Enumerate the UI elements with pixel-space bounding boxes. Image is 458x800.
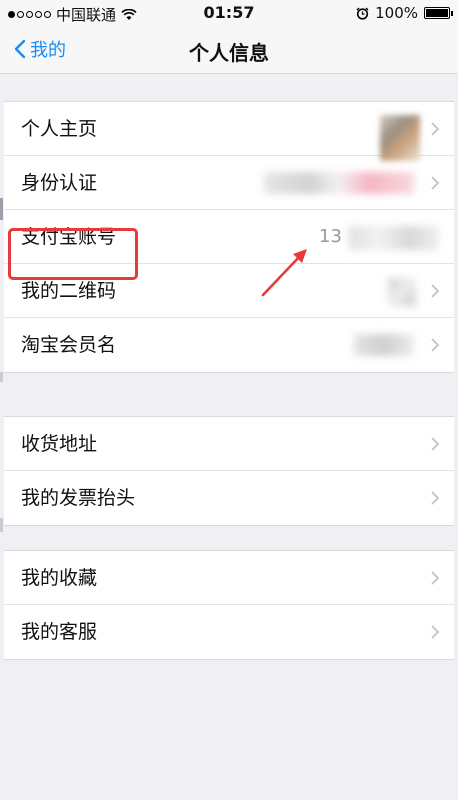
status-bar: 中国联通 01:57 100% [0, 0, 458, 26]
redacted-value [349, 226, 439, 250]
list-item-my-customer-service[interactable]: 我的客服 [4, 605, 454, 659]
chevron-right-icon [431, 122, 440, 136]
list-item-personal-homepage[interactable]: 个人主页 [4, 102, 454, 161]
chevron-right-icon [431, 176, 440, 190]
battery-icon [424, 7, 453, 19]
edge-artifact [0, 372, 3, 382]
edge-artifact [0, 198, 3, 220]
list-item-my-favorites[interactable]: 我的收藏 [4, 551, 454, 605]
status-right: 100% [356, 4, 453, 22]
avatar [380, 115, 420, 161]
list-item-identity-verification[interactable]: 身份认证 [4, 156, 454, 210]
qr-code-thumbnail [388, 278, 416, 306]
annotation-arrow-icon [261, 249, 307, 297]
chevron-right-icon [431, 491, 440, 505]
annotation-highlight-box [8, 228, 138, 280]
alarm-clock-icon [356, 7, 369, 20]
battery-percent: 100% [375, 4, 418, 22]
redacted-value [354, 334, 414, 356]
list-item-shipping-address[interactable]: 收货地址 [4, 417, 454, 471]
row-label: 身份认证 [21, 172, 98, 194]
redacted-value [264, 172, 414, 194]
chevron-right-icon [431, 338, 440, 352]
favorites-group: 我的收藏 我的客服 [4, 550, 454, 660]
row-label: 我的发票抬头 [21, 487, 136, 509]
row-label: 我的客服 [21, 621, 98, 643]
chevron-right-icon [431, 625, 440, 639]
row-label: 我的收藏 [21, 567, 98, 589]
navigation-bar: 我的 个人信息 [0, 26, 458, 74]
page-title: 个人信息 [189, 41, 269, 65]
list-item-invoice-title[interactable]: 我的发票抬头 [4, 471, 454, 525]
row-label: 个人主页 [21, 118, 98, 140]
chevron-right-icon [431, 571, 440, 585]
list-item-taobao-member-name[interactable]: 淘宝会员名 [4, 318, 454, 372]
address-group: 收货地址 我的发票抬头 [4, 416, 454, 526]
row-label: 淘宝会员名 [21, 334, 117, 356]
alipay-account-value: 13 [319, 226, 342, 247]
chevron-right-icon [431, 437, 440, 451]
edge-artifact [0, 518, 3, 532]
chevron-right-icon [431, 284, 440, 298]
row-label: 收货地址 [21, 433, 98, 455]
